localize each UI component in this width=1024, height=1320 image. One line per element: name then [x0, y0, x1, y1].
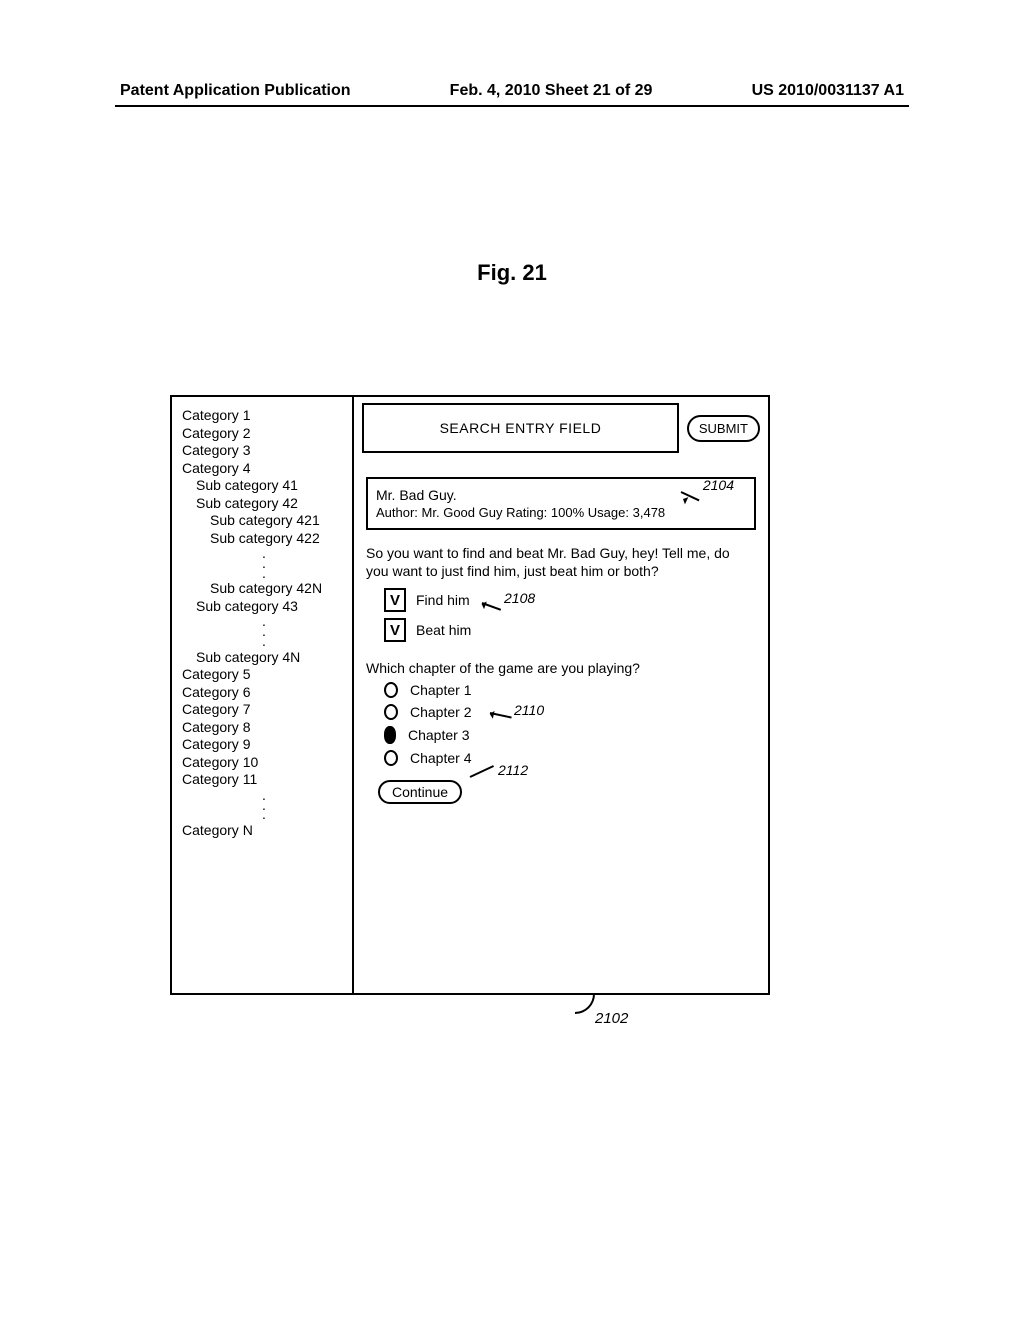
radio-label: Chapter 3: [408, 727, 469, 743]
figure-title: Fig. 21: [0, 260, 1024, 286]
ellipsis-icon: ...: [182, 547, 346, 580]
author-value: Mr. Good Guy: [422, 505, 503, 520]
ellipsis-icon: ...: [182, 789, 346, 822]
sidebar-item[interactable]: Category 3: [182, 442, 346, 460]
ellipsis-icon: ...: [182, 615, 346, 648]
radio-row-ch4: Chapter 4: [384, 750, 768, 766]
reference-numeral: 2102: [595, 1010, 628, 1027]
continue-wrap: 2112 Continue: [378, 780, 768, 804]
usage-label: Usage:: [588, 505, 629, 520]
radio-row-ch3: Chapter 3: [384, 726, 768, 744]
checkbox-beat[interactable]: V: [384, 618, 406, 642]
radio-chapter-2[interactable]: [384, 704, 398, 720]
checkbox-row-beat: V Beat him: [384, 618, 768, 642]
checkbox-row-find: V Find him 2108: [384, 588, 768, 612]
reference-numeral: 2110: [514, 702, 544, 718]
search-bar: SEARCH ENTRY FIELD SUBMIT: [354, 397, 768, 457]
radio-chapter-4[interactable]: [384, 750, 398, 766]
reference-numeral: 2112: [498, 762, 528, 778]
sidebar-item[interactable]: Category 8: [182, 719, 346, 737]
radio-chapter-3[interactable]: [384, 726, 396, 744]
sidebar-item[interactable]: Category 7: [182, 701, 346, 719]
checkbox-group: V Find him 2108 V Beat him: [384, 588, 768, 642]
sidebar-item[interactable]: Category 4: [182, 460, 346, 478]
sidebar-item[interactable]: Category 2: [182, 425, 346, 443]
author-label: Author:: [376, 505, 418, 520]
category-sidebar: Category 1 Category 2 Category 3 Categor…: [170, 395, 352, 995]
reference-numeral: 2104: [703, 477, 734, 493]
header-divider: [115, 105, 909, 107]
figure-layout: Category 1 Category 2 Category 3 Categor…: [170, 395, 770, 995]
sidebar-item[interactable]: Category 6: [182, 684, 346, 702]
sidebar-item[interactable]: Category 9: [182, 736, 346, 754]
radio-label: Chapter 4: [410, 750, 471, 766]
header-date-sheet: Feb. 4, 2010 Sheet 21 of 29: [450, 82, 653, 100]
sidebar-subsubitem[interactable]: Sub category 42N: [182, 580, 346, 598]
result-card: 2104 Mr. Bad Guy. Author: Mr. Good Guy R…: [366, 477, 756, 530]
sidebar-item[interactable]: Category N: [182, 822, 346, 840]
prompt-text: So you want to find and beat Mr. Bad Guy…: [366, 544, 756, 580]
search-input[interactable]: SEARCH ENTRY FIELD: [362, 403, 679, 453]
checkbox-label: Find him: [416, 592, 470, 608]
sidebar-subsubitem[interactable]: Sub category 421: [182, 512, 346, 530]
checkbox-label: Beat him: [416, 622, 471, 638]
radio-label: Chapter 2: [410, 704, 471, 720]
radio-row-ch1: Chapter 1: [384, 682, 768, 698]
sidebar-item[interactable]: Category 10: [182, 754, 346, 772]
checkbox-find[interactable]: V: [384, 588, 406, 612]
radio-label: Chapter 1: [410, 682, 471, 698]
header-patent-number: US 2010/0031137 A1: [752, 82, 904, 100]
result-meta: Author: Mr. Good Guy Rating: 100% Usage:…: [376, 505, 746, 520]
question-chapter: Which chapter of the game are you playin…: [366, 660, 756, 676]
radio-row-ch2: Chapter 2 2110: [384, 704, 768, 720]
radio-group: Chapter 1 Chapter 2 2110 Chapter 3 Chapt…: [384, 682, 768, 766]
submit-button[interactable]: SUBMIT: [687, 415, 760, 442]
header-publication: Patent Application Publication: [120, 82, 351, 100]
rating-label: Rating:: [506, 505, 547, 520]
sidebar-subitem[interactable]: Sub category 4N: [182, 649, 346, 667]
sidebar-subitem[interactable]: Sub category 41: [182, 477, 346, 495]
sidebar-subitem[interactable]: Sub category 42: [182, 495, 346, 513]
sidebar-item[interactable]: Category 1: [182, 407, 346, 425]
usage-value: 3,478: [633, 505, 666, 520]
page-header: Patent Application Publication Feb. 4, 2…: [120, 82, 904, 100]
continue-button[interactable]: Continue: [378, 780, 462, 804]
main-panel: SEARCH ENTRY FIELD SUBMIT 2104 Mr. Bad G…: [352, 395, 770, 995]
radio-chapter-1[interactable]: [384, 682, 398, 698]
rating-value: 100%: [551, 505, 584, 520]
reference-numeral: 2108: [504, 590, 535, 606]
sidebar-item[interactable]: Category 5: [182, 666, 346, 684]
